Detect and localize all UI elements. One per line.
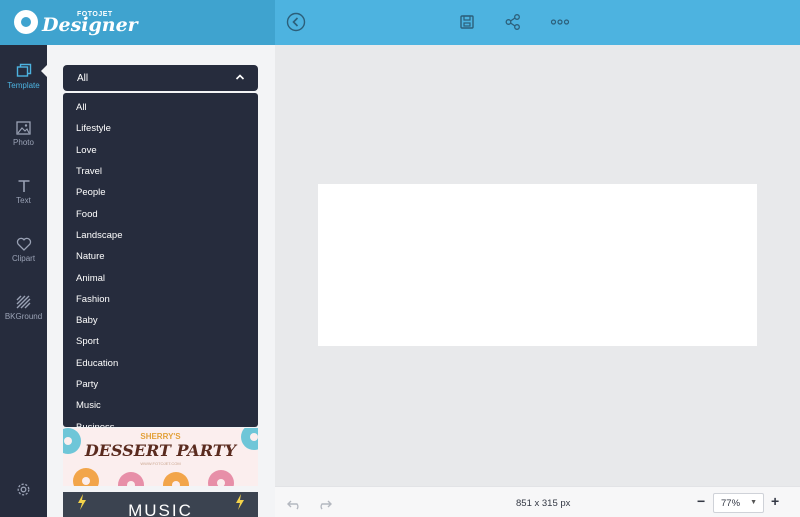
- category-select-value: All: [77, 73, 89, 84]
- background-pattern-icon: [16, 295, 31, 309]
- zoom-select[interactable]: 77% ▼: [713, 493, 764, 513]
- donut-graphic: [118, 472, 144, 486]
- template-thumbnail-music[interactable]: MUSIC: [63, 492, 258, 517]
- caret-down-icon: ▼: [750, 499, 757, 506]
- category-option[interactable]: Sport: [63, 331, 258, 352]
- rail-photo-label: Photo: [13, 138, 34, 147]
- category-option[interactable]: Music: [63, 395, 258, 416]
- canvas-size-label: 851 x 315 px: [516, 498, 571, 509]
- more-button[interactable]: [549, 11, 571, 33]
- more-icon: [550, 19, 570, 25]
- back-circle-icon: [286, 12, 306, 32]
- design-canvas[interactable]: [318, 184, 757, 346]
- share-button[interactable]: [502, 11, 524, 33]
- rail-template[interactable]: Template: [0, 59, 47, 109]
- category-option[interactable]: Fashion: [63, 289, 258, 310]
- rail-text-label: Text: [16, 196, 31, 205]
- category-option[interactable]: Landscape: [63, 225, 258, 246]
- category-option[interactable]: People: [63, 182, 258, 203]
- photo-icon: [16, 121, 31, 135]
- category-option[interactable]: Business: [63, 416, 258, 427]
- logo-designer-text: Designer: [42, 14, 138, 36]
- top-toolbar: FOTOJET Designer: [0, 0, 800, 45]
- share-icon: [505, 14, 520, 30]
- category-option[interactable]: Nature: [63, 246, 258, 267]
- zoom-in-button[interactable]: +: [771, 493, 779, 509]
- thumbnail-title: DESSERT PARTY: [84, 441, 237, 460]
- template-panel: All All Lifestyle Love Travel People Foo…: [47, 45, 275, 517]
- thumbnail-url: WWW.FOTOJET.COM: [140, 461, 181, 466]
- rail-clipart[interactable]: Clipart: [0, 233, 47, 283]
- category-option[interactable]: Baby: [63, 310, 258, 331]
- thumbnail-subtitle: SHERRY'S: [140, 432, 181, 441]
- save-icon: [460, 15, 474, 29]
- rail-photo[interactable]: Photo: [0, 117, 47, 167]
- settings-button[interactable]: [16, 482, 31, 502]
- undo-button[interactable]: [287, 497, 302, 515]
- logo: FOTOJET Designer: [0, 0, 275, 45]
- save-button[interactable]: [456, 11, 478, 33]
- rail-background[interactable]: BKGround: [0, 291, 47, 341]
- category-option[interactable]: Love: [63, 140, 258, 161]
- category-option[interactable]: Animal: [63, 267, 258, 288]
- category-option[interactable]: Travel: [63, 161, 258, 182]
- logo-icon: [14, 10, 38, 34]
- template-icon: [16, 63, 31, 77]
- rail-template-label: Template: [7, 81, 40, 90]
- category-option[interactable]: Lifestyle: [63, 118, 258, 139]
- gear-icon: [17, 483, 30, 496]
- rail-background-label: BKGround: [4, 312, 43, 321]
- heart-icon: [16, 237, 31, 251]
- chevron-up-icon: [235, 74, 245, 80]
- donut-graphic: [73, 468, 99, 486]
- redo-button[interactable]: [317, 497, 332, 515]
- category-option[interactable]: Party: [63, 374, 258, 395]
- rail-text[interactable]: Text: [0, 175, 47, 225]
- left-rail: Template Photo Text Clipart BKGround: [0, 45, 47, 517]
- category-option[interactable]: Education: [63, 353, 258, 374]
- category-dropdown: All Lifestyle Love Travel People Food La…: [63, 93, 258, 427]
- donut-graphic: [208, 470, 234, 486]
- undo-icon: [287, 500, 299, 510]
- redo-icon: [320, 500, 332, 510]
- bottom-status-bar: 851 x 315 px − 77% ▼ +: [275, 486, 800, 517]
- category-select[interactable]: All: [63, 65, 258, 91]
- back-button[interactable]: [285, 11, 307, 33]
- zoom-value: 77%: [721, 498, 741, 509]
- zoom-out-button[interactable]: −: [697, 493, 705, 509]
- rail-clipart-label: Clipart: [11, 254, 36, 263]
- text-icon: [18, 180, 29, 192]
- thumbnail-title: MUSIC: [128, 501, 193, 517]
- category-option[interactable]: All: [63, 97, 258, 118]
- template-thumbnail-dessert-party[interactable]: SHERRY'S DESSERT PARTY WWW.FOTOJET.COM: [63, 428, 258, 486]
- category-option[interactable]: Food: [63, 203, 258, 224]
- donut-graphic: [163, 472, 189, 486]
